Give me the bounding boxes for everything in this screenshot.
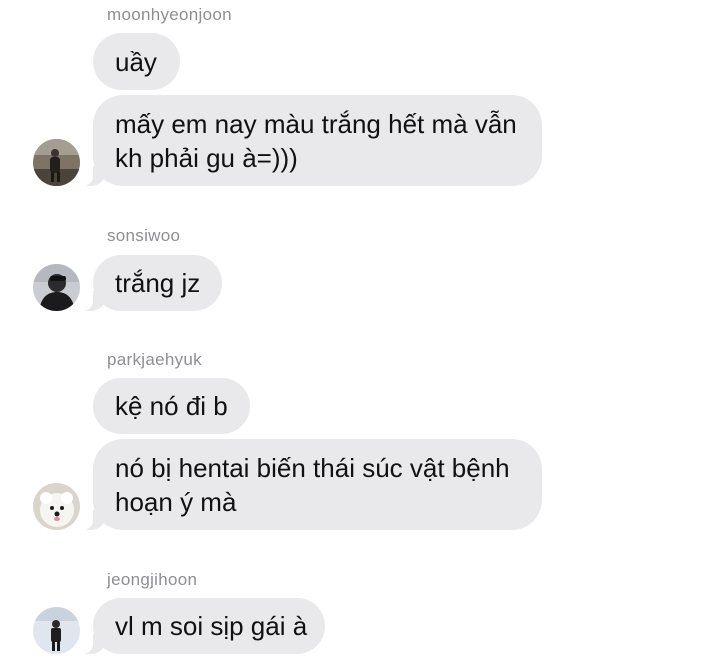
person-avatar-icon[interactable] (33, 607, 80, 654)
message-text: vl m soi sịp gái à (115, 611, 308, 641)
sender-name: moonhyeonjoon (107, 5, 232, 24)
message-text: uầy (115, 46, 157, 77)
sender-name: sonsiwoo (107, 226, 181, 245)
message-bubble[interactable]: nó bị hentai biến thái súc vật bệnh hoạn… (83, 439, 542, 530)
message-text-line: mấy em nay màu trắng hết mà vẫn (115, 108, 517, 139)
message-text-line: nó bị hentai biến thái súc vật bệnh (115, 452, 510, 483)
person-avatar-icon[interactable] (33, 264, 80, 311)
message-text: kệ nó đi b (115, 391, 228, 421)
message-bubble[interactable]: trắng jz (83, 255, 222, 311)
sender-name: parkjaehyuk (107, 350, 202, 369)
message-text-line: kh phải gu à=))) (115, 142, 298, 173)
message-bubble[interactable]: mấy em nay màu trắng hết mà vẫn kh phải … (83, 95, 542, 186)
person-avatar-icon[interactable] (33, 139, 80, 186)
message-bubble[interactable]: vl m soi sịp gái à (83, 598, 325, 654)
message-bubble[interactable]: uầy (93, 33, 180, 90)
message-text: trắng jz (115, 268, 201, 298)
dog-avatar-icon[interactable] (33, 483, 80, 530)
sender-name: jeongjihoon (107, 570, 198, 589)
message-text-line: hoạn ý mà (115, 486, 237, 517)
message-bubble[interactable]: kệ nó đi b (93, 378, 250, 434)
